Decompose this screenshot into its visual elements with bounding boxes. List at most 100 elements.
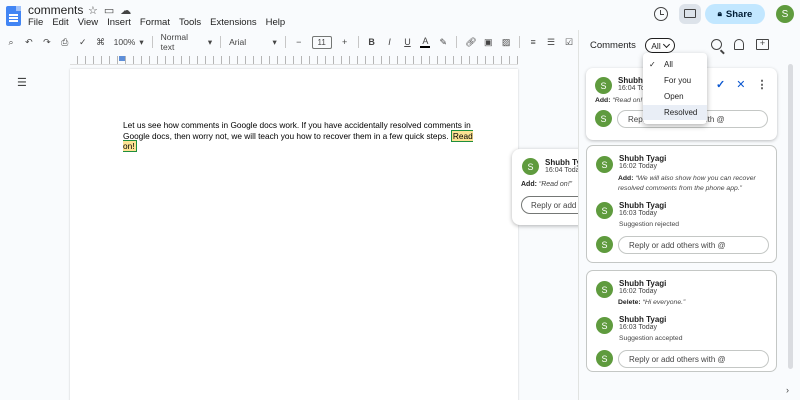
divider	[284, 36, 286, 48]
menu-insert[interactable]: Insert	[107, 17, 131, 28]
option-label: For you	[664, 76, 692, 85]
comment-thread[interactable]: S Shubh Tyagi 16:02 Today Add: “We will …	[586, 145, 777, 263]
reply-input[interactable]: Reply or add others with @	[618, 236, 769, 254]
suggestion-summary: Delete: “Hi everyone.”	[618, 298, 778, 308]
avatar: S	[595, 77, 612, 94]
action-label: Add:	[521, 181, 537, 188]
style-select[interactable]: Normal text ▾	[161, 32, 212, 52]
indent-marker[interactable]	[119, 56, 125, 61]
chevron-down-icon	[662, 40, 670, 49]
search-icon[interactable]	[711, 39, 722, 50]
decrease-font-icon[interactable]: −	[294, 37, 304, 47]
document-page[interactable]: Let us see how comments in Google docs w…	[70, 69, 518, 400]
add-comment-icon[interactable]: ▣	[483, 37, 493, 48]
undo-icon[interactable]: ↶	[24, 37, 34, 48]
font-select[interactable]: Arial ▾	[229, 37, 277, 48]
notification-icon[interactable]	[734, 39, 744, 50]
menu-file[interactable]: File	[28, 17, 43, 28]
divider	[456, 36, 458, 48]
title-icons: ☆ ▭ ☁	[88, 4, 131, 17]
comment-time: 16:02 Today	[619, 288, 658, 295]
star-icon[interactable]: ☆	[88, 4, 98, 17]
text-color-icon[interactable]: A	[420, 36, 431, 48]
panel-title: Comments	[590, 40, 636, 51]
commenter-name: Shubh Tyagi	[619, 315, 667, 324]
chevron-down-icon: ▾	[272, 36, 277, 47]
print-icon[interactable]: ⎙	[60, 37, 70, 48]
add-comment-icon[interactable]: +	[756, 39, 769, 50]
filter-option-open[interactable]: Open	[643, 89, 707, 104]
italic-icon[interactable]: I	[385, 37, 395, 47]
menu-edit[interactable]: Edit	[52, 17, 68, 28]
comment-time: 16:02 Today	[619, 163, 658, 170]
divider	[357, 36, 359, 48]
more-vert-icon[interactable]: ⋮	[756, 78, 767, 91]
move-folder-icon[interactable]: ▭	[104, 4, 114, 17]
check-icon: ✓	[649, 60, 656, 69]
paint-format-icon[interactable]: ⌘	[96, 37, 106, 48]
filter-value: All	[651, 40, 661, 51]
suggestion-summary: Add: “Read on!”	[521, 181, 572, 188]
suggestion-actions: ✓ ✕ ⋮	[716, 78, 767, 91]
insert-image-icon[interactable]: ▨	[501, 37, 511, 48]
outline-icon[interactable]: ☰	[17, 76, 27, 89]
scrollbar[interactable]	[788, 64, 793, 369]
cloud-status-icon[interactable]: ☁	[120, 4, 131, 17]
menu-bar: File Edit View Insert Format Tools Exten…	[28, 17, 285, 28]
font-size-input[interactable]: 11	[311, 35, 332, 49]
suggestion-summary: Add: “We will also show how you can reco…	[618, 174, 778, 193]
bold-icon[interactable]: B	[367, 37, 377, 47]
menu-extensions[interactable]: Extensions	[210, 17, 256, 28]
spellcheck-icon[interactable]: ✓	[78, 37, 88, 48]
checklist-icon[interactable]: ☑	[564, 37, 574, 48]
avatar: S	[522, 158, 539, 175]
action-text: “Read on!”	[538, 181, 572, 188]
increase-font-icon[interactable]: +	[340, 37, 350, 47]
share-button[interactable]: 🔒︎ Share	[705, 4, 765, 24]
chevron-right-icon[interactable]: ›	[786, 385, 789, 395]
filter-option-all[interactable]: ✓ All	[643, 57, 707, 72]
zoom-select[interactable]: 100% ▾	[114, 37, 144, 48]
document-title[interactable]: comments	[28, 3, 83, 17]
option-label: All	[664, 60, 673, 69]
comment-filter-select[interactable]: All	[645, 38, 675, 53]
paragraph-text[interactable]: Let us see how comments in Google docs w…	[123, 120, 471, 141]
filter-option-for-you[interactable]: For you	[643, 73, 707, 88]
action-label: Delete:	[618, 299, 641, 306]
avatar: S	[595, 110, 612, 127]
title-bar: comments ☆ ▭ ☁ File Edit View Insert For…	[0, 0, 800, 32]
link-icon[interactable]: 🔗︎	[465, 37, 476, 48]
action-label: Add:	[618, 175, 634, 182]
panel-actions: +	[711, 39, 769, 50]
reply-input[interactable]: Reply or add others with @	[618, 350, 769, 368]
highlight-icon[interactable]: ✎	[438, 37, 448, 48]
divider	[220, 36, 222, 48]
menu-view[interactable]: View	[78, 17, 98, 28]
menu-format[interactable]: Format	[140, 17, 170, 28]
action-text: “Hi everyone.”	[642, 299, 686, 306]
document-body[interactable]: Let us see how comments in Google docs w…	[123, 120, 473, 152]
action-text: “We will also show how you can recover r…	[618, 175, 756, 192]
docs-logo-icon[interactable]	[6, 6, 21, 26]
filter-option-resolved[interactable]: Resolved	[643, 105, 707, 120]
zoom-value: 100%	[113, 37, 136, 47]
close-icon[interactable]: ✕	[736, 78, 745, 91]
search-menus-icon[interactable]: ⌕	[6, 37, 16, 48]
check-icon[interactable]: ✓	[716, 78, 725, 91]
comment-history-icon	[684, 9, 696, 18]
account-avatar[interactable]: S	[776, 5, 794, 23]
lock-icon: 🔒︎	[717, 9, 722, 18]
redo-icon[interactable]: ↷	[42, 37, 52, 48]
menu-help[interactable]: Help	[266, 17, 286, 28]
align-icon[interactable]: ≡	[528, 37, 538, 47]
divider	[519, 36, 521, 48]
comment-thread[interactable]: S Shubh Tyagi 16:02 Today Delete: “Hi ev…	[586, 270, 777, 372]
version-history-icon[interactable]	[654, 7, 668, 21]
option-label: Resolved	[664, 108, 698, 117]
suggestion-status: Suggestion rejected	[619, 221, 680, 228]
underline-icon[interactable]: U	[402, 37, 412, 47]
line-spacing-icon[interactable]: ☰	[546, 37, 556, 48]
menu-tools[interactable]: Tools	[179, 17, 201, 28]
comment-history-button[interactable]	[679, 4, 701, 24]
ruler[interactable]	[70, 56, 518, 65]
